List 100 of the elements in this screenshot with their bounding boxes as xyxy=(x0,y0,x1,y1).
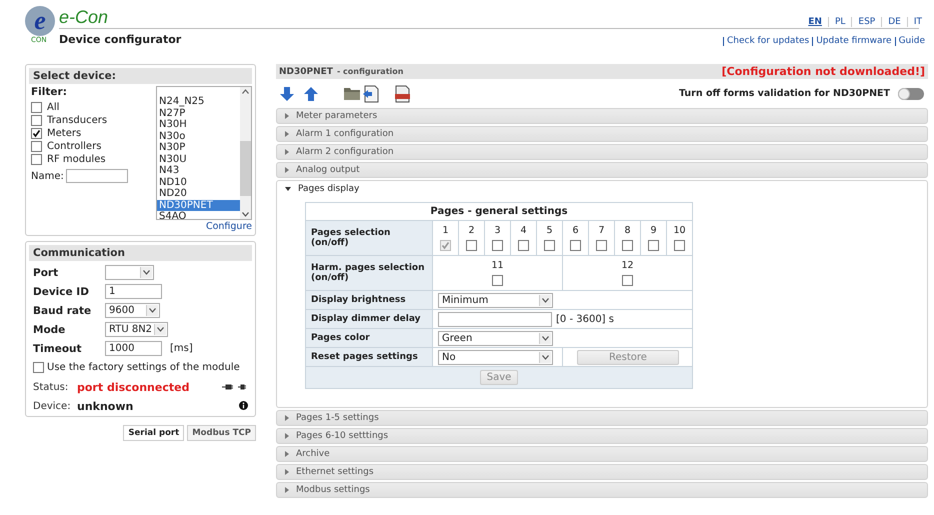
table-title: Pages - general settings xyxy=(306,202,692,220)
device-item[interactable]: N30U xyxy=(157,154,240,165)
dropdown[interactable]: 9600 xyxy=(105,303,160,318)
page-number: 10 xyxy=(673,225,686,236)
unit-label: [ms] xyxy=(170,343,193,354)
section-header[interactable]: Alarm 1 configuration xyxy=(276,126,928,142)
checkbox[interactable] xyxy=(31,102,42,113)
row-label: Pages color xyxy=(306,328,432,348)
checkbox[interactable] xyxy=(31,128,42,139)
checkbox[interactable] xyxy=(570,240,581,251)
section-header[interactable]: Analog output xyxy=(276,162,928,178)
warning-text: [Configuration not downloaded!] xyxy=(722,65,925,78)
checkbox-label: Use the factory settings of the module xyxy=(47,362,240,373)
configure-link[interactable]: Configure xyxy=(156,221,252,232)
device-item[interactable]: ND20 xyxy=(157,188,240,200)
device-item[interactable]: N43 xyxy=(157,165,240,176)
page-number: 11 xyxy=(491,260,504,271)
header-link[interactable]: Update firmware xyxy=(812,37,895,46)
device-value: unknown xyxy=(77,400,134,413)
title-suffix: - configuration xyxy=(336,66,404,76)
page-number: 4 xyxy=(520,225,527,236)
language-link[interactable]: ESP xyxy=(851,17,882,27)
page-number: 9 xyxy=(650,225,657,236)
dropdown[interactable]: Green xyxy=(438,330,553,346)
row-label: Display brightness xyxy=(306,290,432,310)
device-item[interactable]: N30H xyxy=(157,119,240,130)
filter-label: Filter: xyxy=(31,86,68,98)
caret-icon xyxy=(146,305,158,316)
dropdown[interactable]: RTU 8N2 xyxy=(105,322,168,337)
section-header[interactable]: Modbus settings xyxy=(276,482,928,498)
scroll-up-icon[interactable] xyxy=(242,87,249,96)
device-item[interactable]: ND10 xyxy=(157,176,240,188)
brand-name: e-Con xyxy=(59,6,108,28)
upload-arrow-icon[interactable] xyxy=(304,86,318,100)
scrollbar[interactable] xyxy=(240,87,251,219)
page-number: 8 xyxy=(624,225,631,236)
document-icon[interactable] xyxy=(362,84,379,102)
section-header[interactable]: Alarm 2 configuration xyxy=(276,144,928,160)
header-link[interactable]: Check for updates xyxy=(723,37,812,46)
caret-icon xyxy=(539,332,551,344)
language-link[interactable]: DE xyxy=(881,17,907,27)
checkbox-label: Meters xyxy=(47,128,82,139)
dropdown[interactable]: Minimum xyxy=(438,292,553,308)
section-header[interactable]: Pages display xyxy=(276,180,928,196)
language-link[interactable]: PL xyxy=(828,17,852,27)
page-number: 3 xyxy=(494,225,501,236)
device-item[interactable]: S4AO xyxy=(157,211,240,219)
status-label: Status: xyxy=(33,382,70,393)
download-arrow-icon[interactable] xyxy=(280,86,294,100)
checkbox[interactable] xyxy=(466,240,477,251)
language-link[interactable]: EN xyxy=(802,17,828,27)
checkbox[interactable] xyxy=(674,240,685,251)
device-item[interactable]: N24_N25 xyxy=(157,96,240,108)
checkbox[interactable] xyxy=(596,240,607,251)
dropdown[interactable]: No xyxy=(438,350,553,364)
header-link[interactable]: Guide xyxy=(894,37,928,46)
page-number: 1 xyxy=(442,225,449,236)
scroll-down-icon[interactable] xyxy=(242,210,249,219)
section-header[interactable]: Pages 1-5 settings xyxy=(276,410,928,426)
checkbox[interactable] xyxy=(31,115,42,126)
page-number: 5 xyxy=(546,225,553,236)
section-header[interactable]: Pages 6-10 setttings xyxy=(276,428,928,444)
checkbox[interactable] xyxy=(622,240,633,251)
panel-title: Communication xyxy=(29,245,252,261)
row-label: Display dimmer delay xyxy=(306,310,432,328)
tab[interactable]: Serial port xyxy=(123,425,184,441)
section-header[interactable]: Meter parameters xyxy=(276,108,928,124)
device-listbox[interactable]: N24_N25 N27P N30H N30o N30P N30U N43 ND10 ND20 ND30PNET S4AO xyxy=(156,86,252,220)
device-item[interactable]: N30P xyxy=(157,142,240,154)
section-header[interactable]: Ethernet settings xyxy=(276,464,928,480)
checkbox[interactable] xyxy=(518,240,529,251)
input-field[interactable]: 1 xyxy=(105,284,162,299)
input-field[interactable] xyxy=(438,312,552,326)
info-icon xyxy=(239,400,248,412)
language-link[interactable]: IT xyxy=(906,17,928,27)
checkbox[interactable] xyxy=(33,362,44,373)
toggle-switch[interactable] xyxy=(898,88,924,100)
input-field[interactable]: 1000 xyxy=(105,341,162,356)
device-item[interactable]: N27P xyxy=(157,108,240,119)
device-item[interactable]: N30o xyxy=(157,130,240,142)
range-hint: [0 - 3600] s xyxy=(556,314,614,324)
section-header[interactable]: Archive xyxy=(276,446,928,462)
checkbox[interactable] xyxy=(648,240,659,251)
checkbox[interactable] xyxy=(31,141,42,152)
checkbox[interactable] xyxy=(492,275,503,286)
device-name: ND30PNET xyxy=(279,66,333,76)
folder-icon[interactable] xyxy=(344,87,360,100)
checkbox[interactable] xyxy=(31,154,42,165)
name-field[interactable] xyxy=(66,169,128,183)
field-label: Baud rate xyxy=(33,304,92,316)
status-value: port disconnected xyxy=(77,381,190,394)
checkbox[interactable] xyxy=(492,240,503,251)
pdf-file-icon[interactable] xyxy=(395,84,410,102)
device-item[interactable]: ND30PNET xyxy=(157,200,240,211)
checkbox[interactable] xyxy=(622,275,633,286)
page-number: 12 xyxy=(621,260,634,271)
tab[interactable]: Modbus TCP xyxy=(187,425,256,441)
checkbox[interactable] xyxy=(544,240,555,251)
field-label: Mode xyxy=(33,324,66,336)
dropdown[interactable] xyxy=(105,265,154,280)
